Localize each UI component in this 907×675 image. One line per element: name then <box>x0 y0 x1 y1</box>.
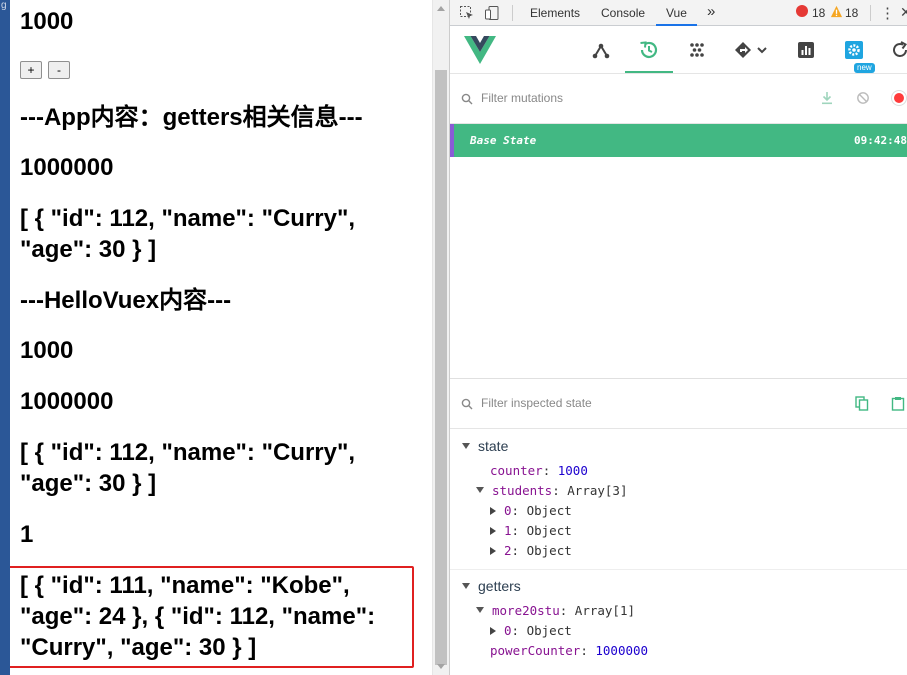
getters-more20stu-row[interactable]: more20stu: Array[1] <box>476 603 635 618</box>
tab-elements[interactable]: Elements <box>530 6 580 20</box>
more-tabs-chevron-icon[interactable]: » <box>707 3 715 20</box>
state-section-header[interactable]: state <box>462 438 508 454</box>
app-getters-heading: ---App内容：getters相关信息--- <box>20 104 363 131</box>
hello-power-counter-text: 1000000 <box>20 388 114 415</box>
mutations-filter-bar: Filter mutations <box>450 74 907 124</box>
getters-section-title: getters <box>478 578 521 594</box>
hellovuex-heading: ---HelloVuex内容--- <box>20 287 232 314</box>
error-count[interactable]: 18 <box>812 6 825 20</box>
state-counter-value[interactable]: 1000 <box>558 463 588 478</box>
student-item-row[interactable]: 2: Object <box>490 543 572 558</box>
hello-more20stu-line-2: "age": 30 } ] <box>20 470 157 497</box>
expand-caret-icon[interactable] <box>476 607 484 613</box>
performance-tab-icon[interactable] <box>794 38 818 62</box>
collapse-caret-icon[interactable] <box>490 507 496 515</box>
expand-caret-icon[interactable] <box>462 583 470 589</box>
getters-powercounter-row: powerCounter: 1000000 <box>490 643 649 658</box>
scroll-thumb[interactable] <box>435 70 447 665</box>
student-item-row[interactable]: 0: Object <box>490 503 572 518</box>
collapse-caret-icon[interactable] <box>490 547 496 555</box>
base-state-time: 09:42:48 <box>854 134 907 147</box>
window-left-edge: g <box>0 0 10 675</box>
events-tab-icon[interactable] <box>685 38 709 62</box>
record-icon[interactable] <box>892 91 906 105</box>
filter-mutations-input[interactable]: Filter mutations <box>481 91 563 105</box>
increment-button[interactable]: + <box>20 61 42 79</box>
getters-powercounter-key: powerCounter <box>490 643 581 658</box>
power-counter-text: 1000000 <box>20 154 114 181</box>
counter-buttons: + - <box>20 61 70 79</box>
search-icon <box>461 398 473 410</box>
vue-toolbar: new <box>450 26 907 74</box>
getters-more20stu-key: more20stu <box>492 603 560 618</box>
devtools-menu-icon[interactable]: ⋮ <box>880 4 895 22</box>
state-section-title: state <box>478 438 509 454</box>
hello-counter-text: 1000 <box>20 337 74 364</box>
collapse-caret-icon[interactable] <box>490 527 496 535</box>
error-icon <box>796 5 808 17</box>
base-state-row[interactable]: Base State 09:42:48 <box>450 124 907 157</box>
export-download-icon[interactable] <box>820 91 834 105</box>
app-page: 1000 + - ---App内容：getters相关信息--- 1000000… <box>10 0 432 675</box>
search-icon <box>461 93 473 105</box>
counter-text: 1000 <box>20 8 74 35</box>
more20stu-line-2: "age": 30 } ] <box>20 236 157 263</box>
tab-console[interactable]: Console <box>601 6 645 20</box>
vuex-timeline-tab-icon[interactable] <box>637 38 661 62</box>
collapse-caret-icon[interactable] <box>490 627 496 635</box>
state-students-row[interactable]: students: Array[3] <box>476 483 628 498</box>
settings-tab-icon[interactable] <box>842 38 866 62</box>
base-state-label: Base State <box>470 134 537 147</box>
vue-logo-icon <box>464 36 496 64</box>
state-students-value: Array[3] <box>567 483 628 498</box>
components-tab-icon[interactable] <box>589 38 613 62</box>
warning-count[interactable]: 18 <box>845 6 858 20</box>
new-badge: new <box>854 63 875 73</box>
student-item-row[interactable]: 1: Object <box>490 523 572 538</box>
highlight-box <box>10 566 414 668</box>
inspect-element-icon[interactable] <box>459 5 475 21</box>
expand-caret-icon[interactable] <box>476 487 484 493</box>
routing-tab-icon[interactable] <box>732 38 772 62</box>
device-toolbar-icon[interactable] <box>484 5 500 21</box>
tab-vue[interactable]: Vue <box>656 6 697 26</box>
getters-more20stu-value: Array[1] <box>574 603 636 618</box>
getters-powercounter-value: 1000000 <box>595 643 649 658</box>
refresh-icon[interactable] <box>888 38 907 62</box>
page-scrollbar[interactable] <box>432 0 449 675</box>
expand-caret-icon[interactable] <box>462 443 470 449</box>
state-counter-row: counter: 1000 <box>490 463 588 478</box>
decrement-button[interactable]: - <box>48 61 70 79</box>
filter-state-input[interactable]: Filter inspected state <box>481 396 592 410</box>
section-divider <box>450 569 907 570</box>
scroll-down-arrow-icon[interactable] <box>437 664 445 669</box>
close-icon[interactable]: ✕ <box>900 4 907 21</box>
copy-icon[interactable] <box>855 396 869 411</box>
clear-ban-icon[interactable] <box>856 91 870 105</box>
count-value-text: 1 <box>20 521 34 548</box>
scroll-up-arrow-icon[interactable] <box>437 6 445 11</box>
devtools-tabbar: Elements Console Vue » 18 18 ⋮ ✕ <box>450 0 907 26</box>
hello-more20stu-line-1: [ { "id": 112, "name": "Curry", <box>20 439 356 466</box>
warning-icon <box>830 5 843 18</box>
getters-section-header[interactable]: getters <box>462 578 521 594</box>
more20stu-line-1: [ { "id": 112, "name": "Curry", <box>20 205 356 232</box>
state-counter-key: counter <box>490 463 543 478</box>
state-filter-bar: Filter inspected state <box>450 379 907 429</box>
more20stu-item-row[interactable]: 0: Object <box>490 623 572 638</box>
paste-clipboard-icon[interactable] <box>891 396 905 411</box>
state-students-key: students <box>492 483 553 498</box>
active-tab-indicator <box>625 71 673 73</box>
devtools-panel: Elements Console Vue » 18 18 ⋮ ✕ <box>449 0 907 675</box>
